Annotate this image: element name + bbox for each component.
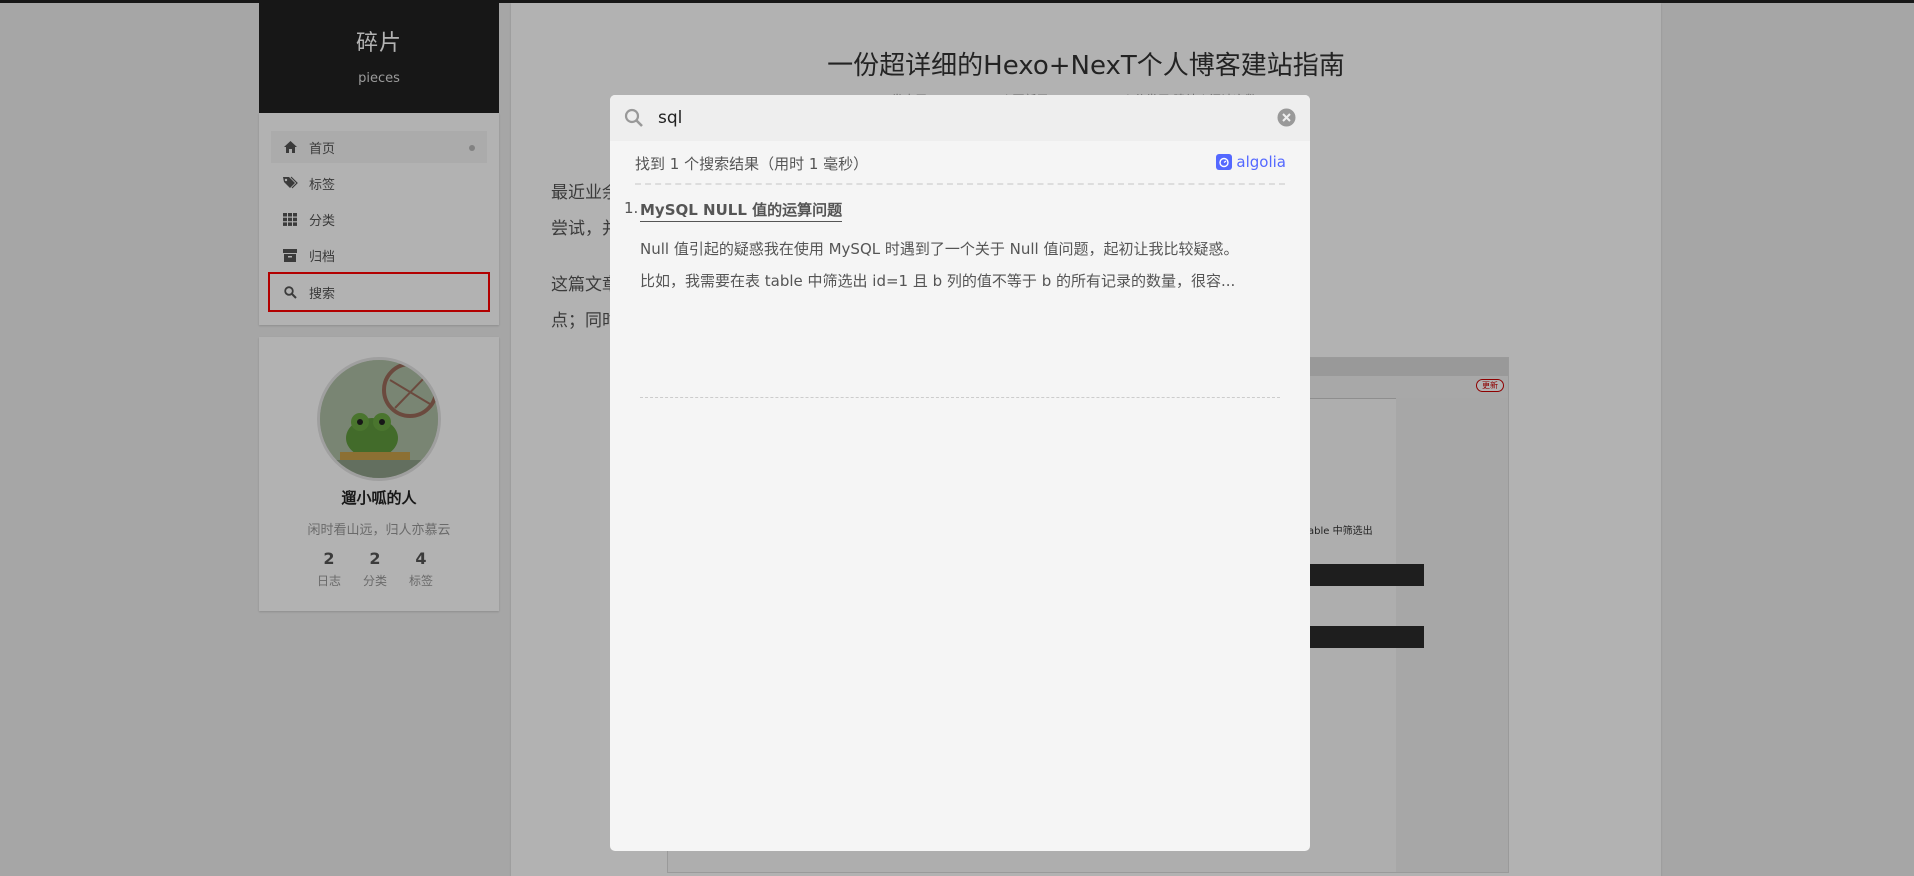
algolia-text: algolia	[1236, 153, 1286, 171]
divider	[635, 183, 1285, 185]
result-excerpt-line: 比如，我需要在表 table 中筛选出 id=1 且 b 列的值不等于 b 的所…	[640, 272, 1236, 290]
search-input[interactable]	[656, 103, 1250, 133]
search-stats: 找到 1 个搜索结果（用时 1 毫秒）	[635, 155, 869, 173]
search-popup: 找到 1 个搜索结果（用时 1 毫秒） algolia 1. MySQL NUL…	[610, 95, 1310, 851]
algolia-icon	[1216, 154, 1233, 170]
result-index: 1.	[624, 199, 639, 217]
search-header	[610, 95, 1310, 141]
close-icon[interactable]	[1277, 108, 1296, 127]
result-excerpt-line: Null 值引起的疑惑我在使用 MySQL 时遇到了一个关于 Null 值问题，…	[640, 240, 1239, 258]
algolia-logo[interactable]: algolia	[1216, 153, 1286, 171]
result-excerpt: Null 值引起的疑惑我在使用 MySQL 时遇到了一个关于 Null 值问题，…	[640, 233, 1280, 297]
result-title-link[interactable]: MySQL NULL 值的运算问题	[640, 199, 843, 222]
search-icon	[624, 108, 644, 128]
result-divider	[640, 397, 1280, 398]
